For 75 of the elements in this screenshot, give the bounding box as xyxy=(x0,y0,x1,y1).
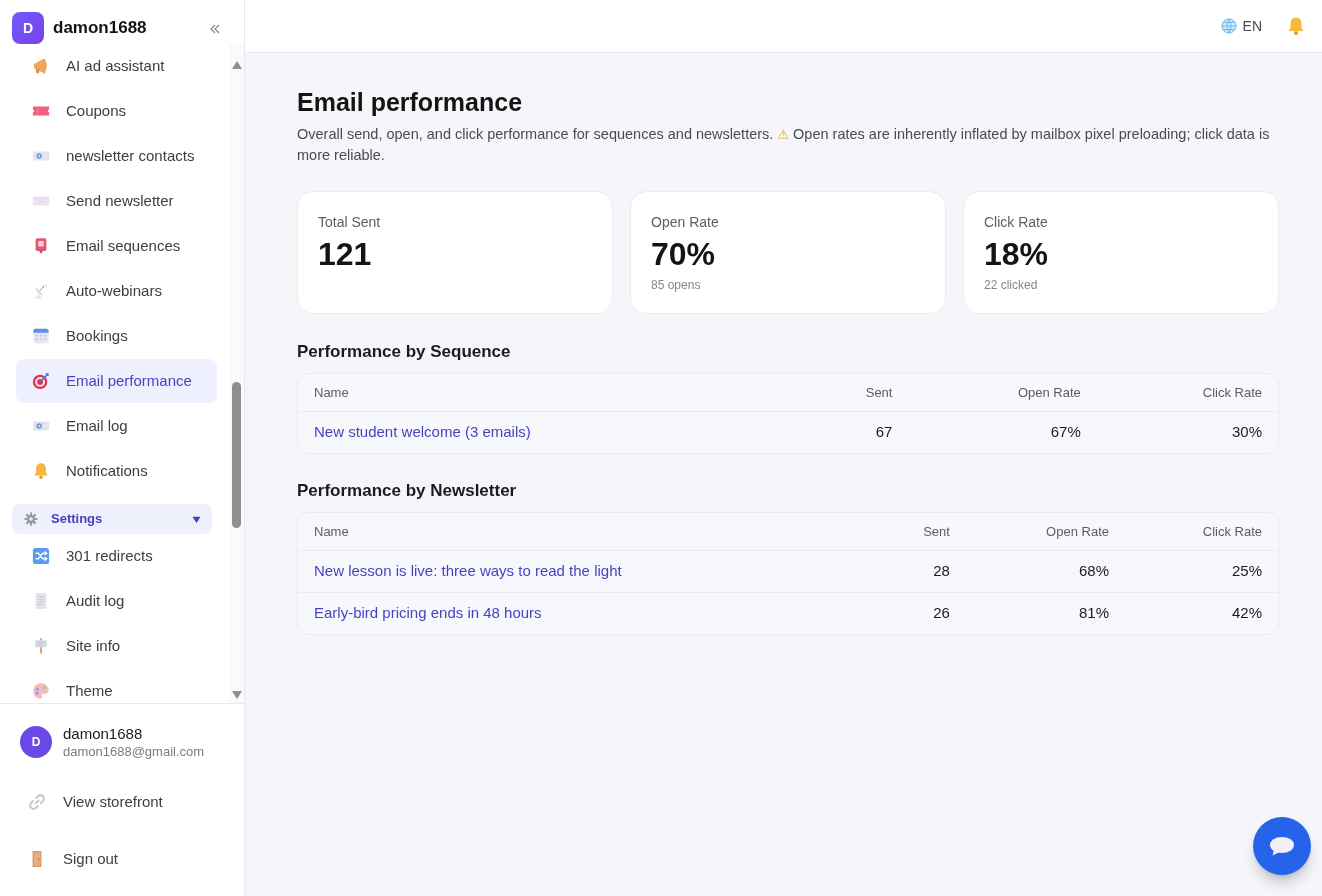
brand-avatar: D xyxy=(12,12,44,44)
speech-bubble-icon xyxy=(1269,836,1295,856)
scroll-up-icon[interactable] xyxy=(231,61,242,69)
column-header: Click Rate xyxy=(1125,513,1278,550)
column-header: Sent xyxy=(791,374,909,411)
nav-item[interactable]: Send newsletter xyxy=(16,179,217,223)
gear-icon xyxy=(24,512,38,526)
column-header: Click Rate xyxy=(1096,374,1278,411)
nav-item[interactable]: Email log xyxy=(16,404,217,448)
stat-detail: 85 opens xyxy=(651,277,702,293)
chevrons-left-icon xyxy=(210,24,220,34)
shuffle-icon xyxy=(32,547,50,565)
column-header: Sent xyxy=(867,513,966,550)
link-icon xyxy=(28,793,46,811)
user-email: damon1688@gmail.com xyxy=(63,742,205,760)
megaphone-icon xyxy=(32,57,50,75)
nav-item[interactable]: Email sequences xyxy=(16,224,217,268)
table-cell: 67% xyxy=(908,411,1097,453)
row-link[interactable]: New student welcome (3 emails) xyxy=(314,423,531,441)
bell-icon xyxy=(1286,16,1306,36)
page-description: Overall send, open, and click performance for sequences and newsletters. ⚠ Open rates are inherently inflated by mailbox pixel preloading; click data is more reliable. xyxy=(297,125,1271,165)
table-cell: 26 xyxy=(867,592,966,634)
user-avatar: D xyxy=(20,726,52,758)
door-icon xyxy=(31,850,43,868)
table-cell: 25% xyxy=(1125,550,1278,592)
nav-item[interactable]: Notifications xyxy=(16,449,217,493)
table-cell: 67 xyxy=(791,411,909,453)
nav-item[interactable]: 301 redirects xyxy=(16,534,217,578)
sign-out-link[interactable]: Sign out xyxy=(0,837,244,881)
user-name: damon1688 xyxy=(63,724,144,743)
language-button[interactable]: EN xyxy=(1220,15,1262,37)
section-title: Performance by Sequence xyxy=(297,341,512,363)
target-icon xyxy=(32,372,50,390)
nav-item[interactable]: AI ad assistant xyxy=(16,44,217,88)
page-title: Email performance xyxy=(297,87,524,117)
column-header: Open Rate xyxy=(965,513,1125,550)
stat-detail: 22 clicked xyxy=(984,277,1039,293)
nav-item[interactable]: Coupons xyxy=(16,89,217,133)
stat-label: Click Rate xyxy=(984,213,1049,232)
column-header: Name xyxy=(298,374,792,411)
storefront-link[interactable]: View storefront xyxy=(0,780,244,824)
settings-group[interactable]: Settings xyxy=(12,504,212,534)
nav-item[interactable]: Site info xyxy=(16,624,217,668)
collapse-button[interactable] xyxy=(210,24,220,34)
table-cell: 81% xyxy=(965,592,1125,634)
stat-value: 18% xyxy=(984,238,1050,270)
row-link[interactable]: Early-bird pricing ends in 48 hours xyxy=(314,604,542,622)
nav-item[interactable]: newsletter contacts xyxy=(16,134,217,178)
section-title: Performance by Newsletter xyxy=(297,480,518,502)
signpost-icon xyxy=(32,637,50,655)
scrollbar-thumb[interactable] xyxy=(232,382,241,528)
calendar-icon xyxy=(32,327,50,345)
nav-item[interactable]: Auto-webinars xyxy=(16,269,217,313)
palette-icon xyxy=(32,682,50,700)
nav-item[interactable]: Theme xyxy=(16,669,217,703)
brand-name: damon1688 xyxy=(53,17,147,39)
nav-item[interactable]: Audit log xyxy=(16,579,217,623)
chat-button[interactable] xyxy=(1253,817,1311,875)
notifications-button[interactable] xyxy=(1286,16,1306,36)
nav-item[interactable]: Email performance xyxy=(16,359,217,403)
table-cell: 42% xyxy=(1125,592,1278,634)
column-header: Open Rate xyxy=(908,374,1097,411)
table-cell: 28 xyxy=(867,550,966,592)
bell-icon xyxy=(32,462,50,480)
table-cell: 30% xyxy=(1096,411,1278,453)
stat-value: 70% xyxy=(651,238,717,270)
row-link[interactable]: New lesson is live: three ways to read the light xyxy=(314,562,622,579)
column-header: Name xyxy=(298,513,868,550)
scroll-down-icon[interactable] xyxy=(231,691,242,699)
stat-value: 121 xyxy=(318,238,373,270)
stat-label: Open Rate xyxy=(651,213,720,232)
stat-label: Total Sent xyxy=(318,213,382,232)
globe-icon xyxy=(1220,18,1237,34)
table-cell: 68% xyxy=(965,550,1125,592)
nav-item[interactable]: Bookings xyxy=(16,314,217,358)
